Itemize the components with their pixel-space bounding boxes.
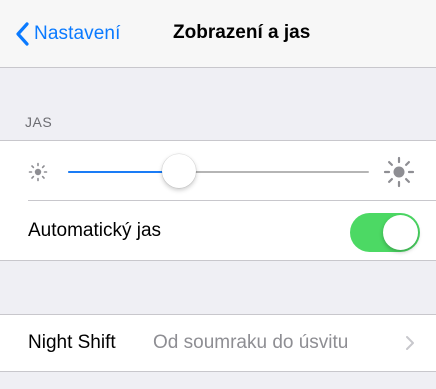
- brightness-group: Automatický jas: [0, 140, 436, 261]
- back-button-label: Nastavení: [34, 23, 121, 44]
- brightness-slider-thumb[interactable]: [162, 154, 196, 188]
- auto-brightness-label: Automatický jas: [28, 220, 162, 241]
- chevron-right-icon: [406, 336, 414, 350]
- toggle-knob: [383, 215, 418, 250]
- section-header-brightness: JAS: [25, 114, 53, 130]
- back-button[interactable]: Nastavení: [14, 19, 120, 49]
- chevron-left-icon: [16, 22, 29, 46]
- brightness-slider-row: [0, 141, 436, 200]
- night-shift-label: Night Shift: [28, 332, 116, 353]
- sun-small-icon: [28, 162, 48, 182]
- night-shift-row[interactable]: Night Shift Od soumraku do úsvitu: [0, 315, 436, 371]
- sun-large-icon: [383, 156, 415, 188]
- navigation-bar: Nastavení Zobrazení a jas: [0, 0, 436, 68]
- night-shift-group: Night Shift Od soumraku do úsvitu: [0, 314, 436, 372]
- auto-brightness-row: Automatický jas: [0, 201, 436, 260]
- auto-brightness-toggle[interactable]: [350, 213, 420, 252]
- night-shift-value: Od soumraku do úsvitu: [153, 332, 349, 353]
- brightness-slider[interactable]: [68, 154, 369, 188]
- page-title: Zobrazení a jas: [173, 22, 311, 43]
